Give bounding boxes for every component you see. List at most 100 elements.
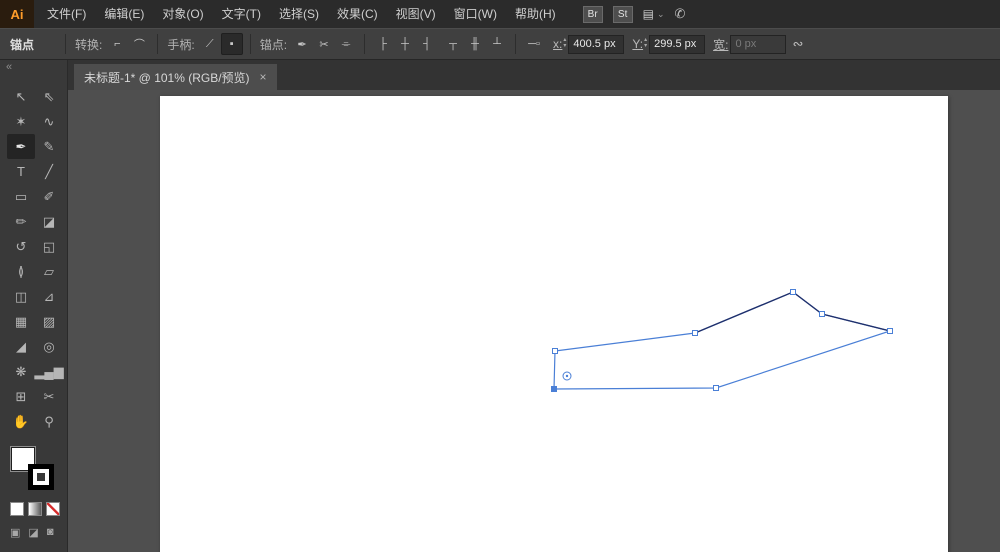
control-bar: 锚点 转换: ⌐ ⌒ 手柄: ⟋ ▪ 锚点: ✒ ✂ ⌯ ├ ┼ ┤ ┬ ╫ ┴… <box>0 28 1000 60</box>
anchor-point[interactable] <box>693 331 698 336</box>
line-segment-tool[interactable]: ╱ <box>35 159 63 184</box>
pen-path-overlay <box>68 90 1000 552</box>
align-center-button[interactable]: ┼ <box>394 33 416 55</box>
direct-selection-tool[interactable]: ⇖ <box>35 84 63 109</box>
tools-grid: ↖⇖✶∿✒✎T╱▭✐✏◪↺◱≬▱◫⊿▦▨◢◎❋▂▄▆⊞✂✋⚲ <box>7 84 67 434</box>
stepper-down-icon[interactable]: ▾ <box>563 44 566 50</box>
scale-tool[interactable]: ◱ <box>35 234 63 259</box>
pen-path-dark-segment <box>695 292 890 333</box>
color-button[interactable] <box>10 502 24 516</box>
cut-path-button[interactable]: ✂ <box>313 33 335 55</box>
rotate-tool[interactable]: ↺ <box>7 234 35 259</box>
menu-item[interactable]: 文字(T) <box>213 0 270 28</box>
curvature-tool[interactable]: ✎ <box>35 134 63 159</box>
y-label[interactable]: Y: <box>632 37 643 51</box>
pencil-tool[interactable]: ✏ <box>7 209 35 234</box>
blend-tool[interactable]: ◎ <box>35 334 63 359</box>
width-label: 宽: <box>713 36 728 53</box>
selection-tool[interactable]: ↖ <box>7 84 35 109</box>
tools-panel: « ↖⇖✶∿✒✎T╱▭✐✏◪↺◱≬▱◫⊿▦▨◢◎❋▂▄▆⊞✂✋⚲ ▣ ◪ ◙ <box>0 60 68 552</box>
perspective-grid-tool[interactable]: ⊿ <box>35 284 63 309</box>
eraser-tool[interactable]: ◪ <box>35 209 63 234</box>
y-input[interactable]: 299.5 px <box>649 35 705 54</box>
document-title: 未标题-1* @ 101% (RGB/预览) <box>84 69 250 86</box>
pen-path[interactable] <box>554 292 890 389</box>
menu-item[interactable]: 窗口(W) <box>445 0 506 28</box>
lasso-tool[interactable]: ∿ <box>35 109 63 134</box>
symbol-sprayer-tool[interactable]: ❋ <box>7 359 35 384</box>
document-tab[interactable]: 未标题-1* @ 101% (RGB/预览) × <box>74 64 277 90</box>
show-handles-button[interactable]: ⟋ <box>199 33 221 55</box>
free-transform-tool[interactable]: ▱ <box>35 259 63 284</box>
document-tab-bar: 未标题-1* @ 101% (RGB/预览) × <box>68 60 1000 90</box>
bridge-badge[interactable]: Br <box>583 6 603 23</box>
none-button[interactable] <box>46 502 60 516</box>
artboard-tool[interactable]: ⊞ <box>7 384 35 409</box>
anchor-point[interactable] <box>553 349 558 354</box>
anchor-point[interactable] <box>888 329 893 334</box>
menu-item[interactable]: 视图(V) <box>387 0 445 28</box>
handles-label: 手柄: <box>167 36 194 53</box>
menu-item[interactable]: 文件(F) <box>38 0 95 28</box>
collapse-panel-button[interactable]: « <box>0 60 67 74</box>
menu-item[interactable]: 对象(O) <box>153 0 212 28</box>
convert-smooth-button[interactable]: ⌒ <box>128 33 150 55</box>
magic-wand-tool[interactable]: ✶ <box>7 109 35 134</box>
chevron-down-icon: ⌄ <box>657 9 665 20</box>
divider <box>250 34 251 54</box>
draw-normal-icon[interactable]: ▣ <box>10 526 20 539</box>
rectangle-tool[interactable]: ▭ <box>7 184 35 209</box>
menu-item[interactable]: 效果(C) <box>328 0 387 28</box>
distribute-button[interactable]: ╫ <box>464 33 486 55</box>
stroke-swatch-core <box>37 473 45 481</box>
x-label[interactable]: x: <box>553 37 562 51</box>
y-stepper[interactable]: ▴ ▾ <box>644 38 647 50</box>
width-tool[interactable]: ≬ <box>7 259 35 284</box>
stepper-down-icon[interactable]: ▾ <box>644 44 647 50</box>
close-icon[interactable]: × <box>260 70 267 84</box>
stock-badge[interactable]: St <box>613 6 633 23</box>
draw-inside-icon[interactable]: ◙ <box>47 526 54 539</box>
shape-builder-tool[interactable]: ◫ <box>7 284 35 309</box>
color-mode-row <box>10 502 67 516</box>
column-graph-tool[interactable]: ▂▄▆ <box>35 359 63 384</box>
pen-tool[interactable]: ✒ <box>7 134 35 159</box>
anchor-point-selected[interactable] <box>551 386 557 392</box>
x-stepper[interactable]: ▴ ▾ <box>563 38 566 50</box>
control-title: 锚点 <box>0 36 58 53</box>
menu-item[interactable]: 选择(S) <box>270 0 328 28</box>
share-icon[interactable]: ✆ <box>675 6 686 22</box>
draw-behind-icon[interactable]: ◪ <box>28 526 38 539</box>
align-top-button[interactable]: ┬ <box>442 33 464 55</box>
align-right-button[interactable]: ┤ <box>416 33 438 55</box>
divider <box>65 34 66 54</box>
align-left-button[interactable]: ├ <box>372 33 394 55</box>
gradient-button[interactable] <box>28 502 42 516</box>
mesh-tool[interactable]: ▦ <box>7 309 35 334</box>
link-dimensions-icon[interactable]: ∾ <box>792 36 803 52</box>
anchor-point[interactable] <box>820 312 825 317</box>
workspace-switcher[interactable]: ▤ ⌄ <box>643 7 665 21</box>
canvas[interactable] <box>68 90 1000 552</box>
menu-item[interactable]: 编辑(E) <box>95 0 153 28</box>
convert-corner-button[interactable]: ⌐ <box>106 33 128 55</box>
menu-item[interactable]: 帮助(H) <box>506 0 565 28</box>
gradient-tool[interactable]: ▨ <box>35 309 63 334</box>
width-input: 0 px <box>730 35 786 54</box>
anchor-point[interactable] <box>791 290 796 295</box>
eyedropper-tool[interactable]: ◢ <box>7 334 35 359</box>
align-bottom-button[interactable]: ┴ <box>486 33 508 55</box>
remove-anchor-button[interactable]: ✒ <box>291 33 313 55</box>
zoom-tool[interactable]: ⚲ <box>35 409 63 434</box>
connect-anchors-button[interactable]: ⌯ <box>335 33 357 55</box>
stroke-swatch[interactable] <box>28 464 54 490</box>
hand-tool[interactable]: ✋ <box>7 409 35 434</box>
stroke-weight-icon[interactable]: ─▫ <box>523 33 545 55</box>
anchor-point[interactable] <box>714 386 719 391</box>
slice-tool[interactable]: ✂ <box>35 384 63 409</box>
hide-handles-button[interactable]: ▪ <box>221 33 243 55</box>
work-area: « ↖⇖✶∿✒✎T╱▭✐✏◪↺◱≬▱◫⊿▦▨◢◎❋▂▄▆⊞✂✋⚲ ▣ ◪ ◙ <box>0 60 1000 552</box>
type-tool[interactable]: T <box>7 159 35 184</box>
x-input[interactable]: 400.5 px <box>568 35 624 54</box>
paintbrush-tool[interactable]: ✐ <box>35 184 63 209</box>
